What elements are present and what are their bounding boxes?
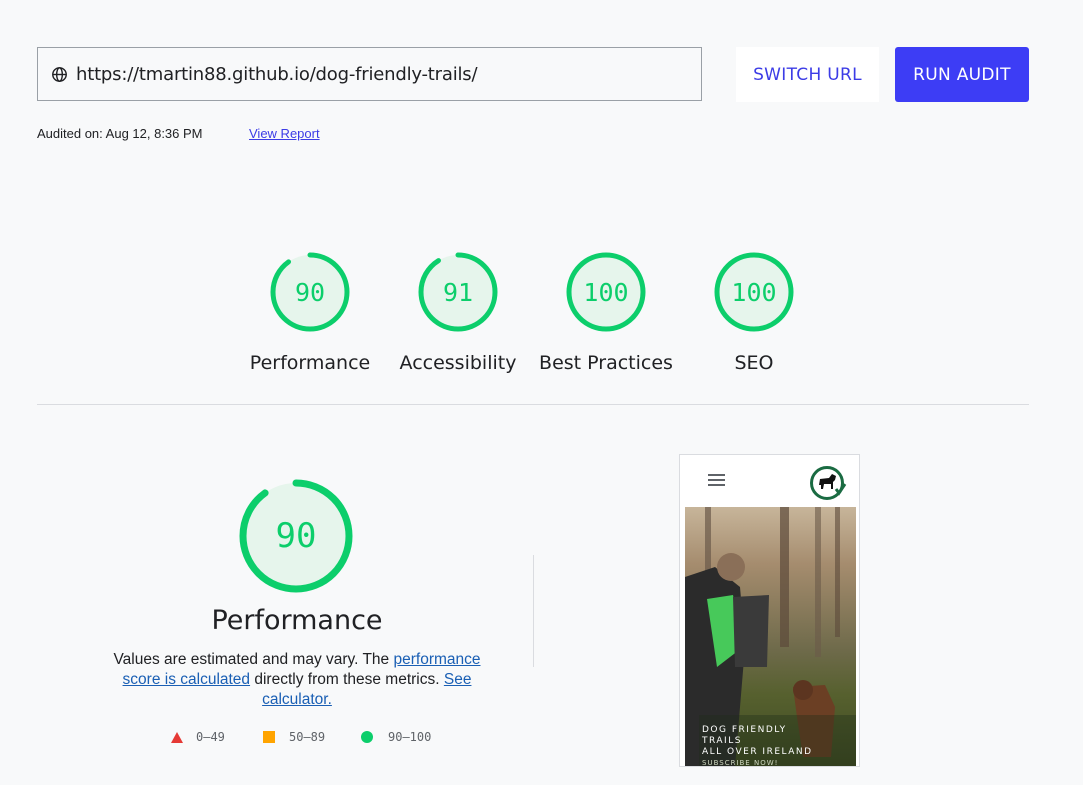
gauge-score: 90 (294, 277, 326, 307)
gauge-score: 91 (442, 277, 474, 307)
view-report-link[interactable]: View Report (249, 126, 320, 141)
square-icon (263, 731, 275, 743)
gauge-accessibility[interactable]: 91 Accessibility (384, 250, 532, 374)
legend-range: 90–100 (388, 730, 432, 744)
performance-title: Performance (211, 605, 383, 636)
gauge-seo[interactable]: 100 SEO (680, 250, 828, 374)
desc-text: directly from these metrics. (250, 671, 444, 688)
legend-range: 0–49 (196, 730, 225, 744)
switch-url-button[interactable]: SWITCH URL (736, 47, 879, 102)
url-text: https://tmartin88.github.io/dog-friendly… (76, 63, 478, 85)
gauge-label: SEO (734, 352, 774, 374)
legend-range: 50–89 (289, 730, 326, 744)
triangle-icon (171, 731, 183, 743)
gauge-score: 100 (583, 277, 629, 307)
url-input[interactable]: https://tmartin88.github.io/dog-friendly… (37, 47, 702, 101)
legend-pass: 90–100 (361, 730, 431, 744)
run-audit-button[interactable]: RUN AUDIT (895, 47, 1029, 102)
gauge-score: 100 (731, 277, 777, 307)
gauge-performance[interactable]: 90 Performance (236, 250, 384, 374)
section-divider (37, 404, 1029, 405)
gauge-label: Performance (249, 352, 371, 374)
hero-line: TRAILS (702, 736, 742, 746)
hamburger-menu-icon (708, 474, 725, 486)
gauge-best-practices[interactable]: 100 Best Practices (532, 250, 680, 374)
category-gauges: 90 Performance 91 Accessibility 100 Best… (236, 250, 794, 390)
page-screenshot[interactable]: DOG FRIENDLY TRAILS ALL OVER IRELAND SUB… (679, 454, 860, 767)
audited-timestamp: Audited on: Aug 12, 8:36 PM (37, 126, 203, 141)
dog-logo-icon (810, 466, 847, 500)
legend-fail: 0–49 (171, 730, 225, 744)
performance-description: Values are estimated and may vary. The p… (97, 650, 497, 710)
circle-icon (361, 731, 373, 743)
legend-average: 50–89 (263, 730, 325, 744)
hero-headline: DOG FRIENDLY TRAILS ALL OVER IRELAND (702, 725, 813, 758)
vertical-separator (533, 555, 534, 667)
hero-subscribe: SUBSCRIBE NOW! (702, 759, 779, 767)
hero-line: DOG FRIENDLY (702, 725, 787, 735)
performance-score: 90 (275, 516, 317, 556)
gauge-label: Accessibility (399, 352, 517, 374)
desc-text: Values are estimated and may vary. The (113, 651, 394, 668)
gauge-label: Best Practices (539, 352, 673, 374)
hero-line: ALL OVER IRELAND (702, 747, 813, 757)
globe-icon (52, 66, 67, 82)
